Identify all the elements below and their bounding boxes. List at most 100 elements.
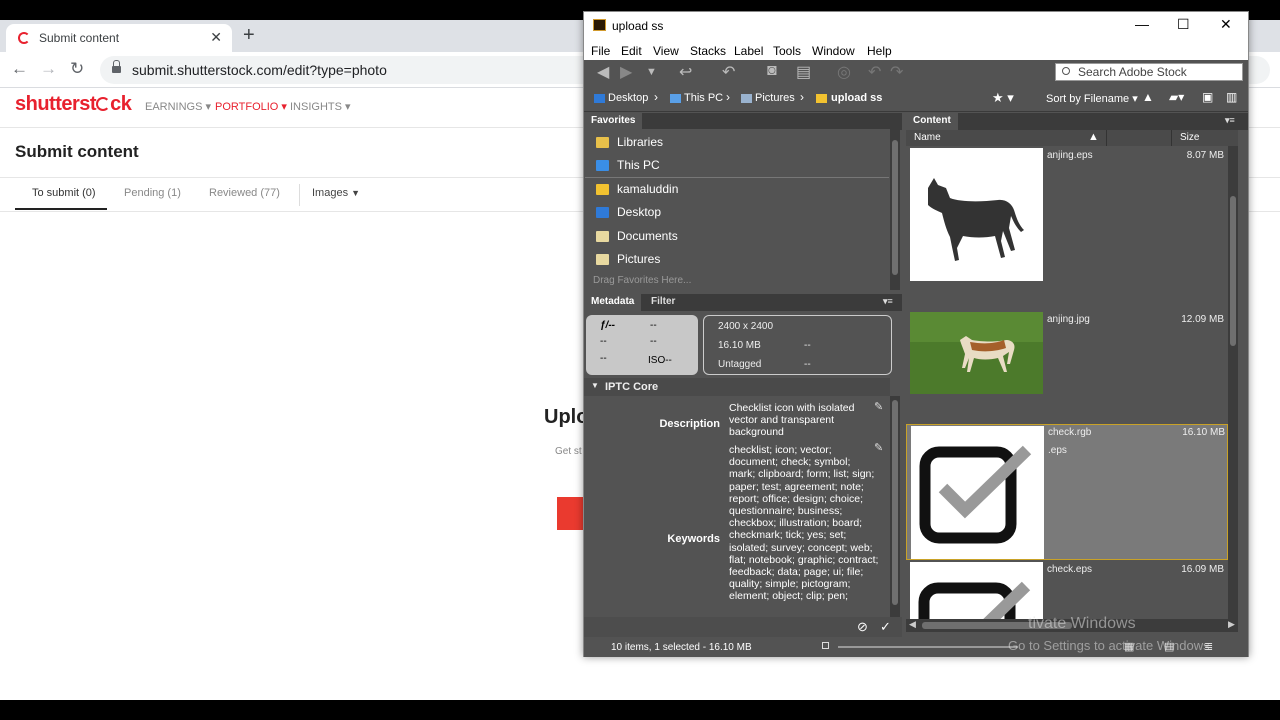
crumb-upload-ss[interactable]: upload ss (831, 92, 882, 104)
menu-file[interactable]: File (591, 44, 610, 58)
thumbnail-size-slider[interactable] (838, 646, 1018, 648)
list-item[interactable]: check.eps 16.09 MB (906, 562, 1228, 619)
desktop-folder-icon (594, 94, 605, 103)
favorites-scrollbar[interactable] (890, 130, 900, 290)
scroll-left-icon[interactable]: ◀ (909, 619, 916, 630)
tab-filter[interactable]: Filter (644, 294, 682, 311)
col-name[interactable]: Name (914, 132, 941, 143)
sort-up-icon[interactable]: ▲ (1088, 131, 1099, 143)
maximize-icon[interactable]: ☐ (1177, 16, 1190, 33)
forward-icon[interactable]: ▶ (620, 62, 632, 82)
close-window-icon[interactable]: ✕ (1220, 16, 1232, 33)
crumb-pictures[interactable]: Pictures (755, 92, 795, 104)
checkbox-icon (919, 445, 1032, 544)
scroll-right-icon[interactable]: ▶ (1228, 619, 1235, 630)
documents-icon (596, 231, 609, 242)
nav-insights[interactable]: INSIGHTS ▾ (290, 100, 351, 113)
file-size: 12.09 MB (1181, 314, 1224, 325)
pencil-icon[interactable]: ✎ (874, 400, 883, 413)
favorites-list: Libraries This PC kamaluddin Desktop Doc… (584, 129, 890, 291)
new-folder-icon[interactable]: ▣ (1202, 90, 1213, 104)
column-header: Name ▲ Size (906, 130, 1238, 146)
scroll-thumb[interactable] (1230, 196, 1236, 346)
redo-icon[interactable]: ↷ (890, 62, 903, 82)
new-tab-icon[interactable]: + (243, 25, 255, 45)
nav-portfolio[interactable]: PORTFOLIO ▾ (215, 100, 287, 113)
scroll-thumb[interactable] (892, 140, 898, 275)
collapse-icon[interactable]: ▼ (591, 381, 599, 390)
sort-by-dropdown[interactable]: Sort by Filename ▾ (1046, 92, 1138, 105)
camera-icon[interactable]: ◙ (767, 62, 777, 80)
sort-ascending-icon[interactable]: ▲ (1142, 90, 1154, 104)
apply-check-icon[interactable]: ✓ (880, 619, 891, 635)
panel-menu-icon[interactable]: ▾≡ (1218, 113, 1242, 130)
menu-window[interactable]: Window (812, 44, 855, 58)
reload-icon[interactable]: ↻ (70, 58, 84, 80)
open-recent-folder-icon[interactable]: ▰▾ (1169, 90, 1184, 104)
crumb-this-pc[interactable]: This PC (684, 92, 723, 104)
resolution-value: -- (804, 340, 811, 351)
menu-tools[interactable]: Tools (773, 44, 801, 58)
menu-view[interactable]: View (653, 44, 679, 58)
list-item[interactable]: anjing.eps 8.07 MB (906, 148, 1228, 282)
cancel-icon[interactable]: ⊘ (857, 619, 868, 635)
menu-help[interactable]: Help (867, 44, 892, 58)
iptc-core-header[interactable]: ▼ IPTC Core (584, 378, 890, 396)
forward-arrow-icon[interactable]: → (40, 58, 57, 80)
shutterstock-logo[interactable]: shutterst ck (15, 93, 132, 116)
keywords-field[interactable]: checklist; icon; vector; document; check… (729, 444, 879, 614)
divider (585, 177, 889, 178)
crumb-desktop[interactable]: Desktop (608, 92, 648, 104)
chevron-right-icon: › (726, 90, 730, 104)
undo-icon[interactable]: ↶ (868, 62, 881, 82)
trash-icon[interactable]: ▥ (1226, 90, 1237, 104)
type-select[interactable]: Images ▼ (312, 187, 360, 199)
camera-data-box: ƒ/-- -- -- -- -- ISO-- (586, 315, 698, 375)
tab-content[interactable]: Content (906, 113, 958, 130)
tab-metadata[interactable]: Metadata (584, 294, 642, 311)
menu-label[interactable]: Label (734, 44, 763, 58)
dog-silhouette-image (928, 178, 1024, 261)
pencil-icon[interactable]: ✎ (874, 441, 883, 454)
search-adobe-stock-input[interactable]: Search Adobe Stock (1055, 63, 1243, 81)
search-placeholder: Search Adobe Stock (1078, 65, 1187, 79)
active-tab-underline (15, 208, 107, 210)
flash-value: -- (650, 336, 657, 347)
scroll-thumb[interactable] (892, 400, 898, 605)
content-scrollbar[interactable] (1228, 146, 1238, 619)
star-filter-icon[interactable]: ★ ▾ (992, 90, 1014, 106)
browser-tab[interactable]: Submit content ✕ (6, 24, 232, 52)
metadata-scrollbar[interactable] (890, 396, 900, 617)
upload-heading: Uplo (544, 406, 589, 428)
recent-dropdown-icon[interactable]: ▼ (646, 66, 657, 78)
refine-icon[interactable]: ▤ (796, 62, 811, 82)
tab-pending[interactable]: Pending (1) (124, 187, 181, 199)
close-tab-icon[interactable]: ✕ (210, 29, 222, 46)
minimize-icon[interactable]: — (1135, 16, 1149, 32)
back-arrow-icon[interactable]: ← (11, 58, 28, 80)
menu-edit[interactable]: Edit (621, 44, 642, 58)
rotate-icon[interactable]: ↶ (722, 62, 735, 82)
file-extension: .eps (1048, 445, 1067, 456)
tab-to-submit[interactable]: To submit (0) (32, 187, 96, 199)
tab-favorites[interactable]: Favorites (584, 113, 643, 130)
list-item-selected[interactable]: check.rgb .eps 16.10 MB (906, 424, 1228, 560)
iptc-core-section: ▼ IPTC Core Description Checklist icon wi… (584, 378, 890, 617)
nav-earnings[interactable]: EARNINGS ▾ (145, 100, 211, 113)
back-icon[interactable]: ◀ (597, 62, 609, 82)
colorprofile-value: -- (804, 359, 811, 370)
url-text[interactable]: submit.shutterstock.com/edit?type=photo (132, 62, 387, 78)
bridge-titlebar: upload ss — ☐ ✕ (584, 12, 1248, 37)
tab-reviewed[interactable]: Reviewed (77) (209, 187, 280, 199)
panel-menu-icon[interactable]: ▾≡ (876, 294, 900, 311)
description-field[interactable]: Checklist icon with isolated vector and … (729, 402, 879, 439)
logo-text-left: shutterst (15, 93, 97, 115)
boomerang-icon[interactable]: ↩ (679, 62, 692, 82)
file-name: check.eps (1047, 564, 1093, 575)
pictures-icon (596, 254, 609, 265)
menu-stacks[interactable]: Stacks (690, 44, 726, 58)
thumbnail-small-icon[interactable] (822, 642, 829, 649)
thumbnail-dog-silhouette (910, 148, 1043, 281)
col-size[interactable]: Size (1180, 132, 1199, 143)
review-icon[interactable]: ◎ (837, 62, 851, 82)
